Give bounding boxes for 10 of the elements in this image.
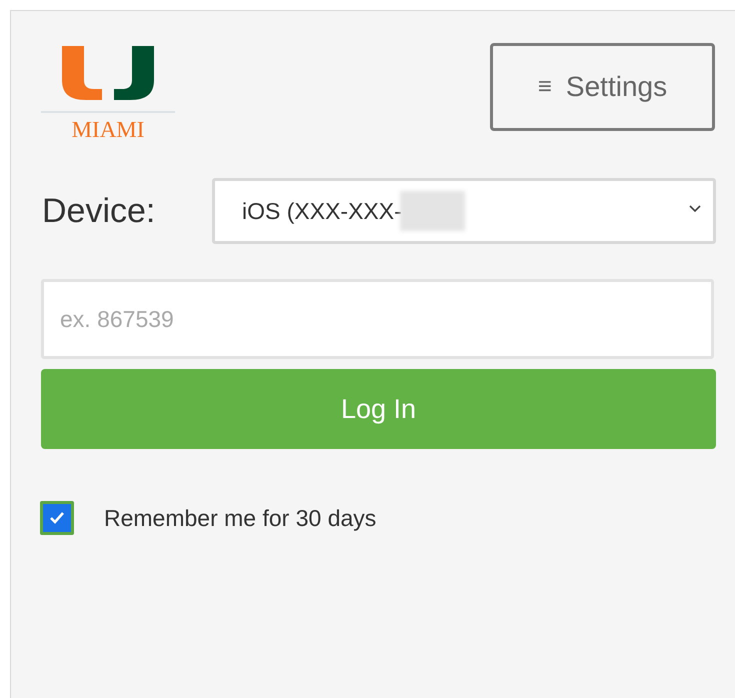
chevron-down-icon [689, 205, 701, 213]
logo-wordmark: MIAMI [72, 117, 144, 143]
code-input-field[interactable]: ex. 867539 [41, 279, 714, 359]
u-logo-icon [60, 44, 156, 102]
remember-checkbox[interactable] [40, 501, 74, 535]
settings-button[interactable]: ≡ Settings [490, 43, 715, 131]
device-label: Device: [42, 192, 156, 230]
check-icon [49, 511, 65, 525]
device-select[interactable]: iOS (XXX-XXX- [212, 178, 716, 244]
remember-label[interactable]: Remember me for 30 days [104, 504, 376, 532]
